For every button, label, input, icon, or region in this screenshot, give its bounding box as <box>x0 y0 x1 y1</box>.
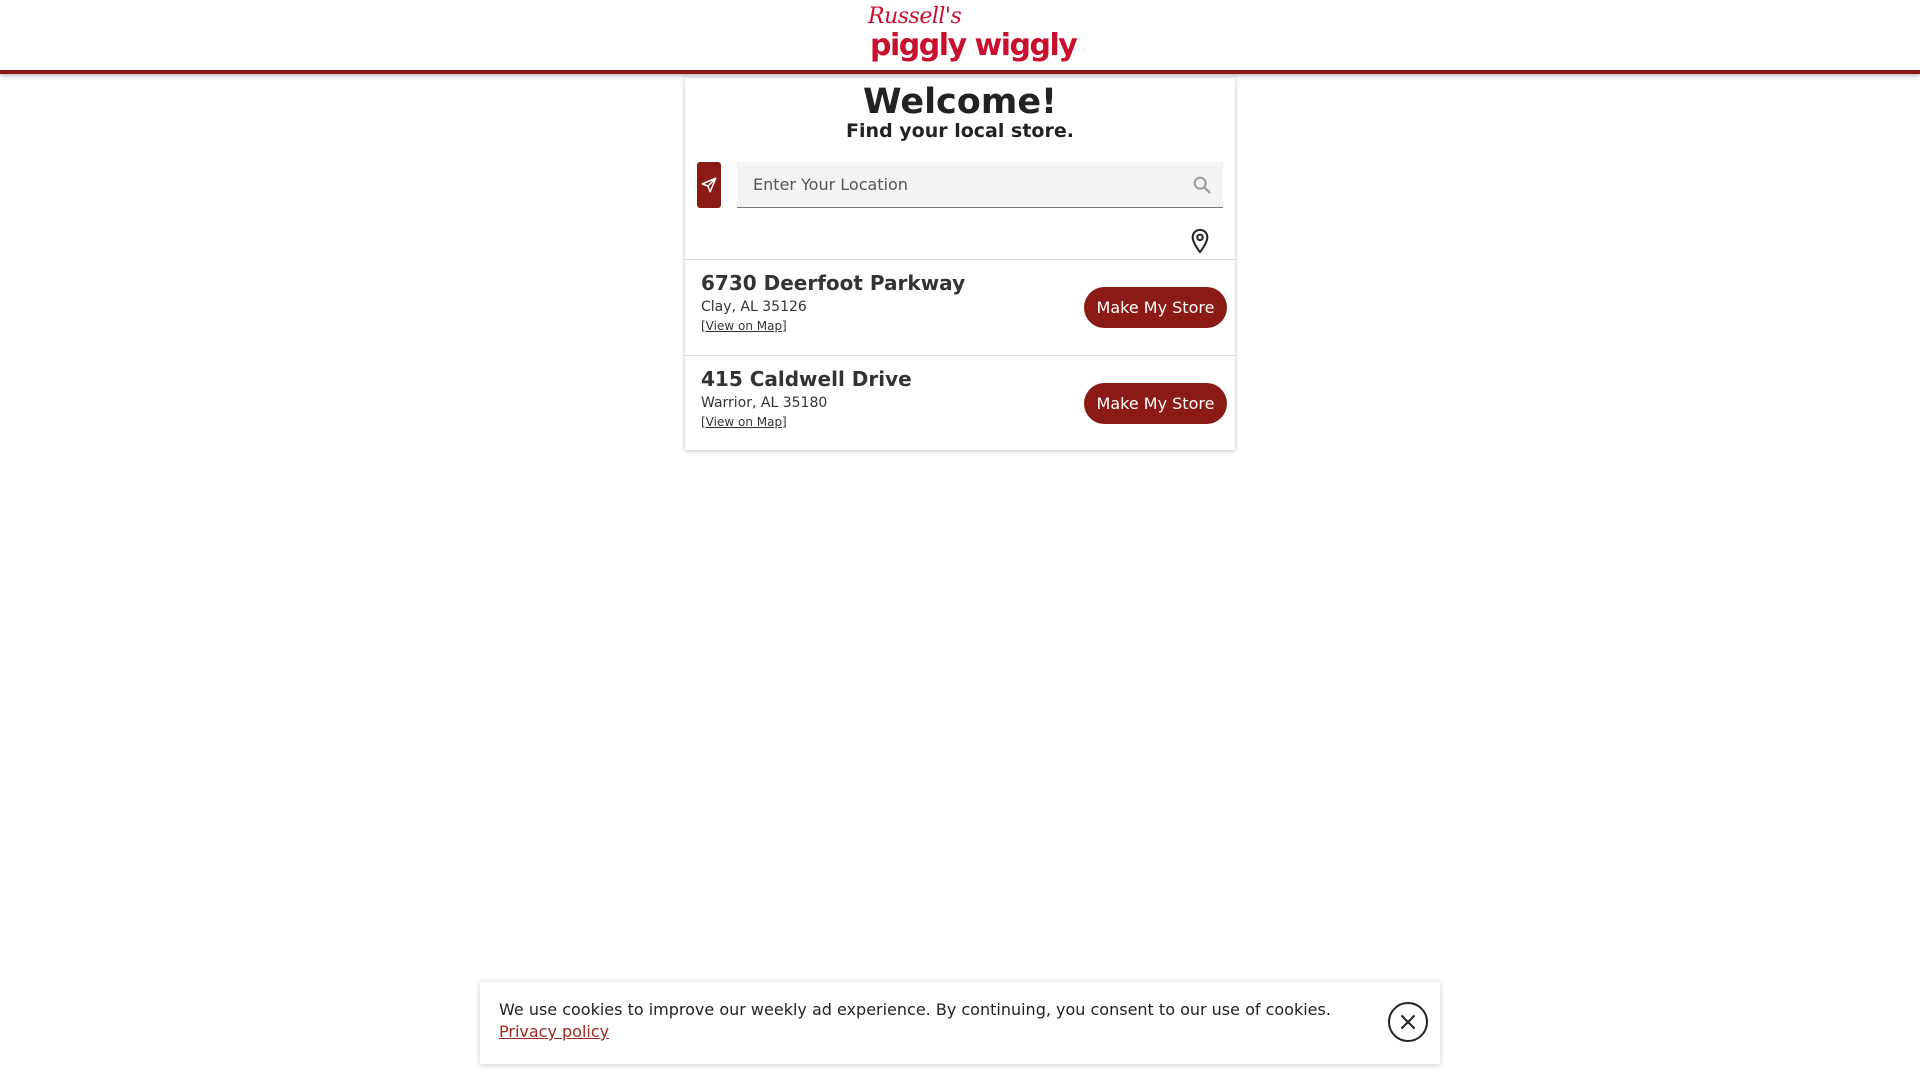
navigation-arrow-icon <box>701 177 717 193</box>
store-finder-panel: Welcome! Find your local store. 6730 Dee… <box>685 78 1235 450</box>
cookie-message: We use cookies to improve our weekly ad … <box>499 1000 1331 1019</box>
piggly-wiggly-logo[interactable]: Russell's piggly wiggly <box>866 2 1078 68</box>
make-my-store-button[interactable]: Make My Store <box>1084 383 1227 424</box>
search-icon[interactable] <box>1191 174 1213 196</box>
store-address: 415 Caldwell Drive <box>701 367 912 391</box>
results-divider <box>685 259 1235 260</box>
store-result-item: 415 Caldwell Drive Warrior, AL 35180 [Vi… <box>685 357 1235 452</box>
store-city-state-zip: Warrior, AL 35180 <box>701 395 828 411</box>
store-address: 6730 Deerfoot Parkway <box>701 271 966 295</box>
store-city-state-zip: Clay, AL 35126 <box>701 299 807 315</box>
view-on-map-link[interactable]: [View on Map] <box>701 319 787 333</box>
logo-script-text: Russell's <box>868 4 962 29</box>
location-search-input[interactable] <box>737 162 1177 207</box>
find-store-subtitle: Find your local store. <box>846 120 1074 142</box>
view-on-map-link[interactable]: [View on Map] <box>701 415 787 429</box>
close-cookie-banner-button[interactable] <box>1388 1002 1428 1042</box>
logo-main-text: piggly wiggly <box>870 28 1078 63</box>
welcome-heading: Welcome! <box>862 82 1058 122</box>
close-icon <box>1401 1015 1415 1029</box>
make-my-store-button[interactable]: Make My Store <box>1084 287 1227 328</box>
map-pin-icon[interactable] <box>1189 228 1211 254</box>
use-my-location-button[interactable] <box>697 162 721 208</box>
cookie-banner: We use cookies to improve our weekly ad … <box>480 982 1440 1064</box>
location-search-box <box>737 162 1223 208</box>
store-result-item: 6730 Deerfoot Parkway Clay, AL 35126 [Vi… <box>685 261 1235 356</box>
site-header: Russell's piggly wiggly <box>0 0 1920 74</box>
privacy-policy-link[interactable]: Privacy policy <box>499 1022 609 1041</box>
